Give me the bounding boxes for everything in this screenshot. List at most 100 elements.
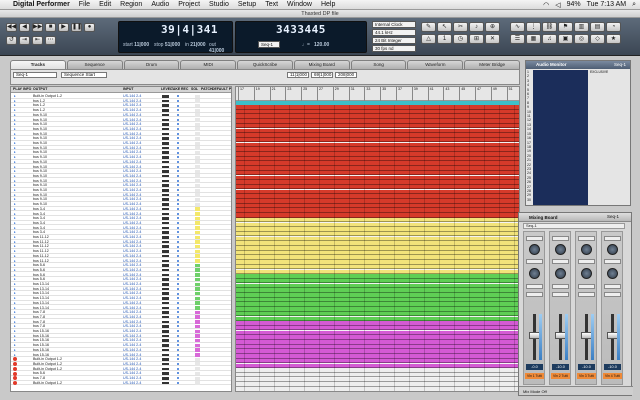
sequence-dropdown[interactable]: Seq-1: [13, 72, 57, 78]
col-rec[interactable]: REC: [181, 87, 188, 92]
take-icon[interactable]: [177, 104, 179, 107]
play-button[interactable]: ▶: [58, 23, 69, 32]
track-color-swatch[interactable]: [195, 221, 200, 225]
take-icon[interactable]: [177, 207, 179, 210]
track-color-swatch[interactable]: [195, 277, 200, 282]
track-color-swatch[interactable]: [195, 197, 200, 202]
track-color-swatch[interactable]: [195, 230, 200, 235]
take-icon[interactable]: [177, 99, 179, 102]
track-color-swatch[interactable]: [195, 249, 200, 254]
col-info[interactable]: INFO: [23, 87, 31, 92]
tab-meter-bridge[interactable]: Meter Bridge: [464, 60, 521, 69]
track-color-swatch[interactable]: [195, 94, 200, 98]
range-end[interactable]: 208|000: [335, 72, 357, 78]
track-color-swatch[interactable]: [195, 146, 200, 150]
tab-quickscribe[interactable]: QuickScribe: [237, 60, 293, 69]
track-level[interactable]: [162, 193, 169, 197]
take-icon[interactable]: [177, 189, 179, 192]
col-play[interactable]: PLAY: [13, 87, 22, 92]
in-value[interactable]: 21|000: [190, 42, 205, 48]
auto-rewind-button[interactable]: ⇤: [32, 36, 43, 45]
record-enable-icon[interactable]: [13, 362, 17, 367]
take-icon[interactable]: [177, 325, 179, 328]
strip-2-input[interactable]: [552, 284, 569, 289]
take-icon[interactable]: [177, 212, 179, 215]
track-level[interactable]: [162, 189, 169, 192]
track-level[interactable]: [162, 226, 169, 230]
col-input[interactable]: INPUT: [123, 87, 134, 92]
tool-star-icon[interactable]: ★: [606, 34, 621, 44]
track-level[interactable]: [162, 179, 169, 183]
track-color-swatch[interactable]: [195, 329, 200, 333]
track-color-swatch[interactable]: [195, 259, 200, 263]
punch-button[interactable]: ⇥: [19, 36, 30, 45]
strip-1-output[interactable]: [526, 292, 543, 297]
take-icon[interactable]: [177, 231, 179, 234]
track-color-swatch[interactable]: [195, 240, 200, 244]
tool-drum-icon[interactable]: ◎: [574, 34, 589, 44]
track-color-swatch[interactable]: [195, 127, 200, 131]
track-output[interactable]: Built-in Output 1-2: [33, 381, 62, 386]
stop-button[interactable]: ■: [45, 23, 56, 32]
record-enable-icon[interactable]: [13, 366, 17, 371]
tool-ear-icon[interactable]: ◔: [606, 22, 621, 32]
track-level[interactable]: [162, 264, 169, 267]
take-icon[interactable]: [177, 146, 179, 149]
take-icon[interactable]: [177, 292, 179, 295]
strip-4-insert[interactable]: [604, 236, 621, 241]
track-color-swatch[interactable]: [195, 207, 200, 211]
track-color-swatch[interactable]: [195, 268, 200, 272]
track-level[interactable]: [162, 320, 169, 324]
strip-1-send-knob[interactable]: [529, 244, 540, 255]
tool-audition-icon[interactable]: ♪: [469, 22, 484, 32]
menu-file[interactable]: File: [79, 1, 90, 8]
track-color-swatch[interactable]: [195, 343, 200, 348]
track-level[interactable]: [162, 353, 169, 356]
col-patch[interactable]: PATCH: [201, 87, 213, 92]
strip-1-insert[interactable]: [526, 236, 543, 241]
track-row[interactable]: Built-in Output 1-2 US-144 2-4: [11, 381, 231, 386]
sequence-start-dropdown[interactable]: Sequence Start: [61, 72, 107, 78]
step-button[interactable]: ⋯: [45, 36, 56, 45]
tool-zoom-icon[interactable]: ⊕: [485, 22, 500, 32]
track-level[interactable]: [162, 207, 169, 211]
range-start[interactable]: 11|1|000: [287, 72, 309, 78]
track-color-swatch[interactable]: [195, 381, 200, 385]
track-level[interactable]: [162, 104, 169, 107]
track-color-swatch[interactable]: [195, 315, 200, 319]
strip-3-send[interactable]: [578, 259, 595, 264]
take-icon[interactable]: [177, 156, 179, 159]
track-level[interactable]: [162, 174, 169, 178]
track-level[interactable]: [162, 156, 169, 159]
take-icon[interactable]: [177, 179, 179, 182]
strip-2-volume[interactable]: -10.0: [552, 364, 569, 370]
track-color-swatch[interactable]: [195, 113, 200, 117]
track-level[interactable]: [162, 231, 169, 234]
tool-mixer-icon[interactable]: ▥: [574, 22, 589, 32]
track-level[interactable]: [162, 358, 169, 361]
take-icon[interactable]: [177, 330, 179, 333]
strip-2-insert[interactable]: [552, 236, 569, 241]
track-level[interactable]: [162, 142, 169, 145]
take-icon[interactable]: [177, 353, 179, 356]
mixer-footer[interactable]: Mix Mode Off: [519, 386, 633, 395]
track-level[interactable]: [162, 118, 169, 121]
track-color-swatch[interactable]: [195, 324, 200, 329]
take-icon[interactable]: [177, 367, 179, 370]
menu-window[interactable]: Window: [287, 1, 312, 8]
take-icon[interactable]: [177, 198, 179, 201]
tab-song[interactable]: Song: [350, 60, 407, 69]
volume-icon[interactable]: ◁: [555, 1, 560, 9]
track-level[interactable]: [162, 287, 169, 291]
track-color-swatch[interactable]: [195, 150, 200, 155]
take-icon[interactable]: [177, 316, 179, 319]
track-level[interactable]: [162, 268, 169, 272]
strip-2-send-knob[interactable]: [555, 244, 566, 255]
back-button[interactable]: ◀: [19, 23, 30, 32]
track-level[interactable]: [162, 273, 169, 277]
forward-button[interactable]: ▶▶: [32, 23, 43, 32]
track-level[interactable]: [162, 221, 169, 225]
take-icon[interactable]: [177, 306, 179, 309]
tab-drum[interactable]: Drum: [123, 60, 180, 69]
track-color-swatch[interactable]: [195, 188, 200, 192]
